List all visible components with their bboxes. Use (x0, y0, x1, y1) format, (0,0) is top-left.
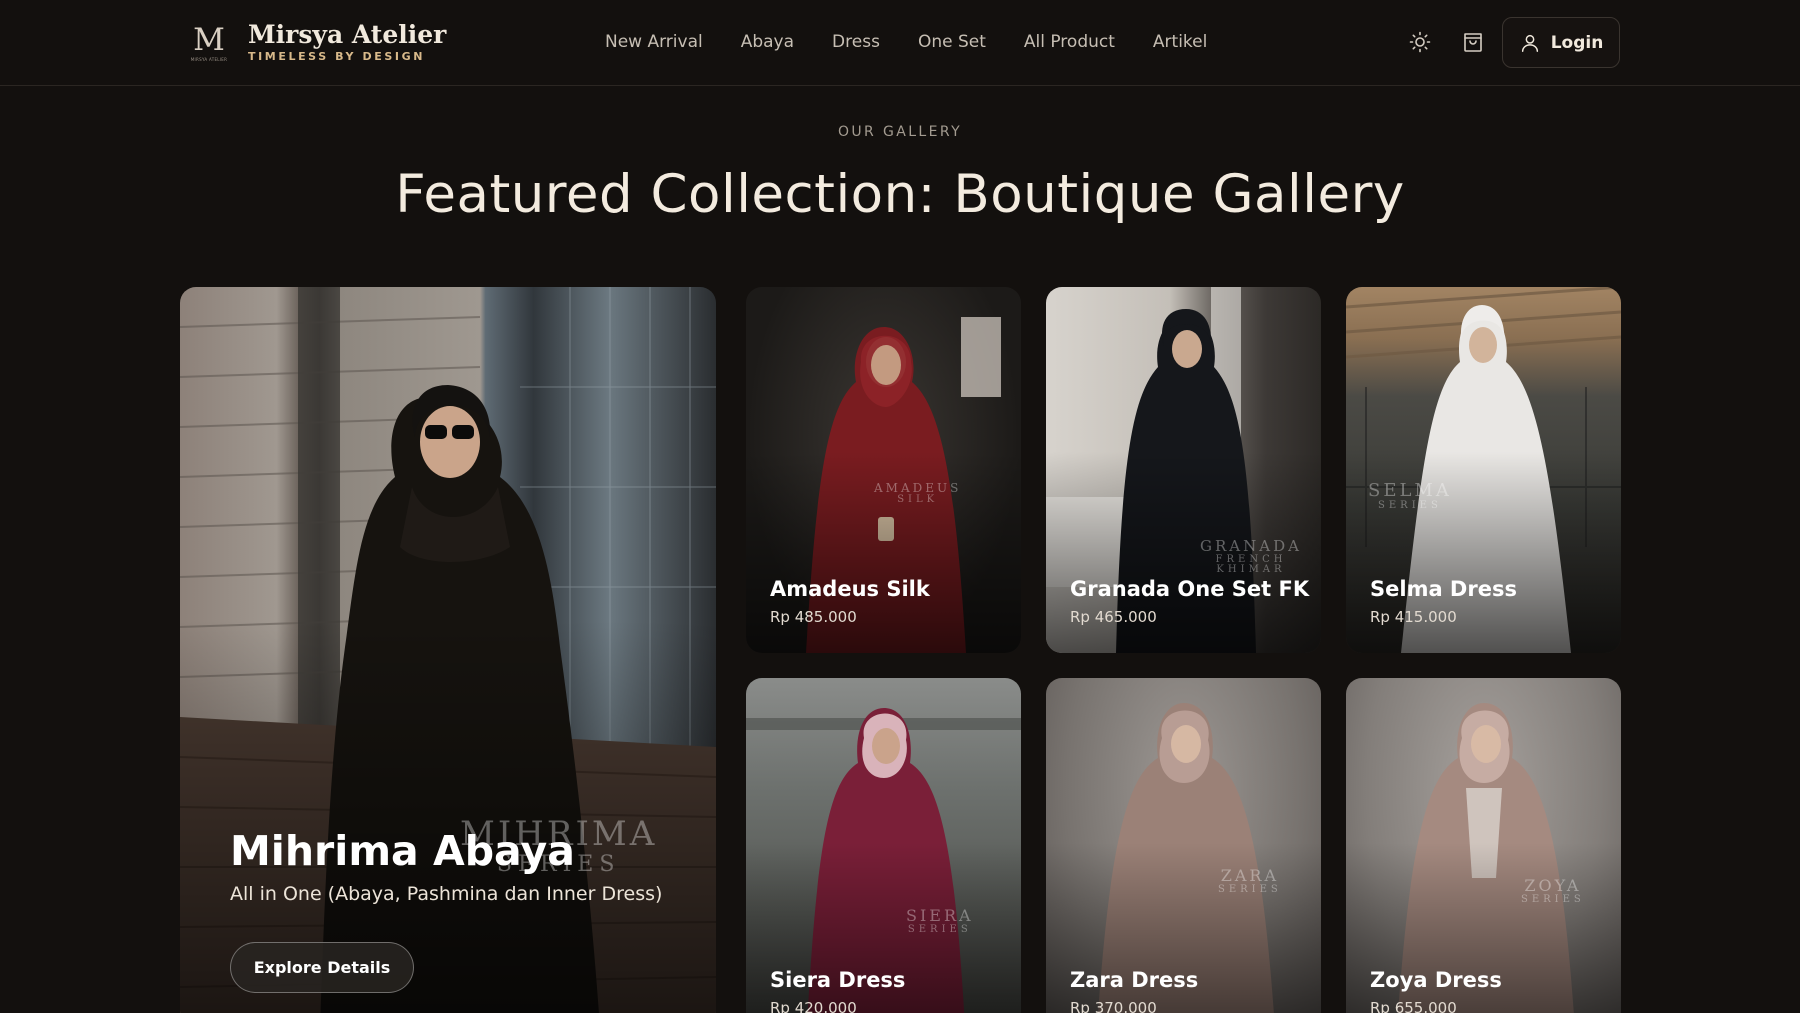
explore-details-button[interactable]: Explore Details (230, 942, 414, 993)
product-price: Rp 655.000 (1370, 999, 1457, 1013)
nav-one-set[interactable]: One Set (918, 30, 986, 54)
product-price: Rp 485.000 (770, 608, 857, 626)
product-watermark: AMADEUS SILK (874, 481, 962, 505)
product-watermark: ZARA SERIES (1218, 866, 1282, 895)
logo-letter: M (193, 21, 225, 58)
product-name: Zara Dress (1070, 968, 1199, 992)
nav-artikel[interactable]: Artikel (1153, 30, 1207, 54)
product-price: Rp 465.000 (1070, 608, 1157, 626)
logo-small-text: MIRSYA ATELIER (190, 56, 228, 62)
product-name: Amadeus Silk (770, 577, 930, 601)
product-price: Rp 370.000 (1070, 999, 1157, 1013)
product-price: Rp 415.000 (1370, 608, 1457, 626)
shopping-bag-icon (1464, 33, 1482, 52)
nav-dress[interactable]: Dress (832, 30, 880, 54)
product-card-zara-dress[interactable]: ZARA SERIES Zara Dress Rp 370.000 (1046, 678, 1321, 1013)
brand-tagline: TIMELESS BY DESIGN (248, 50, 426, 63)
logo-mark-icon: M MIRSYA ATELIER (186, 20, 232, 66)
brand-logo[interactable]: M MIRSYA ATELIER Mirsya Atelier TIMELESS… (186, 20, 447, 66)
product-name: Zoya Dress (1370, 968, 1502, 992)
product-watermark: ZOYA SERIES (1521, 876, 1585, 905)
login-button[interactable]: Login (1502, 17, 1620, 68)
brand-name: Mirsya Atelier (248, 20, 447, 49)
theme-toggle-button[interactable] (1404, 26, 1436, 58)
user-icon (1521, 34, 1538, 52)
main-nav: New Arrival Abaya Dress One Set All Prod… (605, 30, 1207, 54)
product-card-siera-dress[interactable]: SIERA SERIES Siera Dress Rp 420.000 (746, 678, 1021, 1013)
product-card-amadeus-silk[interactable]: AMADEUS SILK Amadeus Silk Rp 485.000 (746, 287, 1021, 653)
nav-new-arrival[interactable]: New Arrival (605, 30, 703, 54)
cart-button[interactable] (1457, 26, 1489, 58)
featured-card[interactable]: MIHRIMA SERIES Mihrima Abaya All in One … (180, 287, 716, 1013)
product-watermark: SELMA SERIES (1368, 480, 1452, 511)
product-card-granada-one-set[interactable]: GRANADA FRENCH KHIMAR Granada One Set FK… (1046, 287, 1321, 653)
login-label: Login (1550, 32, 1604, 53)
featured-subtitle: All in One (Abaya, Pashmina dan Inner Dr… (230, 883, 663, 905)
section-eyebrow: OUR GALLERY (837, 124, 963, 140)
nav-all-product[interactable]: All Product (1024, 30, 1115, 54)
product-name: Selma Dress (1370, 577, 1517, 601)
product-price: Rp 420.000 (770, 999, 857, 1013)
product-watermark: SIERA SERIES (906, 906, 974, 935)
nav-abaya[interactable]: Abaya (741, 30, 794, 54)
site-header: M MIRSYA ATELIER Mirsya Atelier TIMELESS… (0, 0, 1800, 86)
sun-icon (1409, 31, 1431, 53)
product-watermark: GRANADA FRENCH KHIMAR (1200, 537, 1302, 576)
product-name: Siera Dress (770, 968, 906, 992)
section-title: Featured Collection: Boutique Gallery (395, 164, 1405, 225)
featured-title: Mihrima Abaya (230, 827, 575, 875)
product-card-zoya-dress[interactable]: ZOYA SERIES Zoya Dress Rp 655.000 (1346, 678, 1621, 1013)
product-card-selma-dress[interactable]: SELMA SERIES Selma Dress Rp 415.000 (1346, 287, 1621, 653)
product-name: Granada One Set FK (1070, 577, 1310, 601)
